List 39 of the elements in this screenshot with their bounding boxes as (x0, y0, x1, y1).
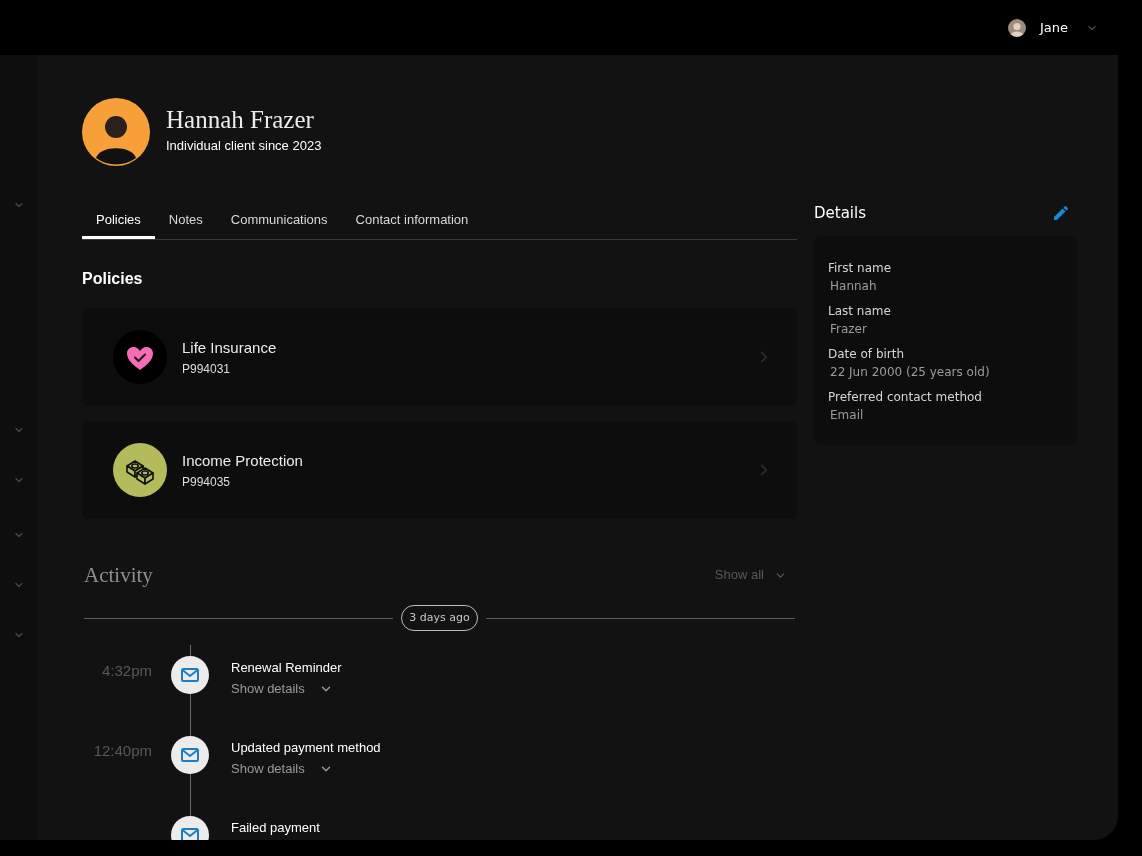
tab[interactable]: Notes (154, 200, 217, 239)
pencil-icon (1054, 205, 1068, 220)
policy-card[interactable]: Income Protection P994035 (82, 421, 797, 519)
heart-check-icon (113, 330, 167, 384)
field-label: Last name (828, 303, 891, 320)
tab[interactable]: Policies (82, 200, 155, 239)
policy-card[interactable]: Life Insurance P994031 (82, 308, 797, 406)
client-name: Hannah Frazer (166, 105, 314, 135)
client-subtitle: Individual client since 2023 (166, 137, 322, 155)
user-avatar-icon (1007, 18, 1026, 37)
field-label: First name (828, 260, 892, 277)
edit-button[interactable] (1054, 205, 1068, 220)
section-heading: Policies (82, 269, 143, 289)
show-details-button[interactable]: Show details (231, 760, 333, 778)
cash-stack-icon (113, 443, 167, 497)
field-value: Hannah (829, 278, 877, 295)
policy-number: P994031 (182, 360, 231, 377)
event-title: Failed payment (231, 819, 320, 837)
field-label: Preferred contact method (828, 389, 982, 406)
event-title: Renewal Reminder (231, 659, 342, 677)
field-value: Email (829, 407, 864, 424)
section-heading: Activity (84, 562, 153, 588)
user-menu-button[interactable]: Jane (1007, 18, 1098, 37)
policy-name: Income Protection (182, 450, 303, 471)
field-value: 22 Jun 2000 (25 years old) (829, 364, 990, 381)
person-avatar-icon (82, 98, 150, 166)
show-details-button[interactable]: Show details (231, 680, 333, 698)
mail-icon (171, 736, 209, 774)
field-value: Frazer (829, 321, 867, 338)
event-time: 4:32pm (101, 661, 152, 681)
field-label: Date of birth (828, 346, 905, 363)
event-time: 12:40pm (93, 741, 152, 761)
policy-name: Life Insurance (182, 337, 277, 358)
mail-icon (171, 656, 209, 694)
tab[interactable]: Communications (216, 200, 342, 239)
event-title: Updated payment method (231, 739, 381, 757)
details-heading: Details (814, 202, 866, 223)
policy-number: P994035 (182, 473, 231, 490)
tab[interactable]: Contact information (341, 200, 483, 239)
